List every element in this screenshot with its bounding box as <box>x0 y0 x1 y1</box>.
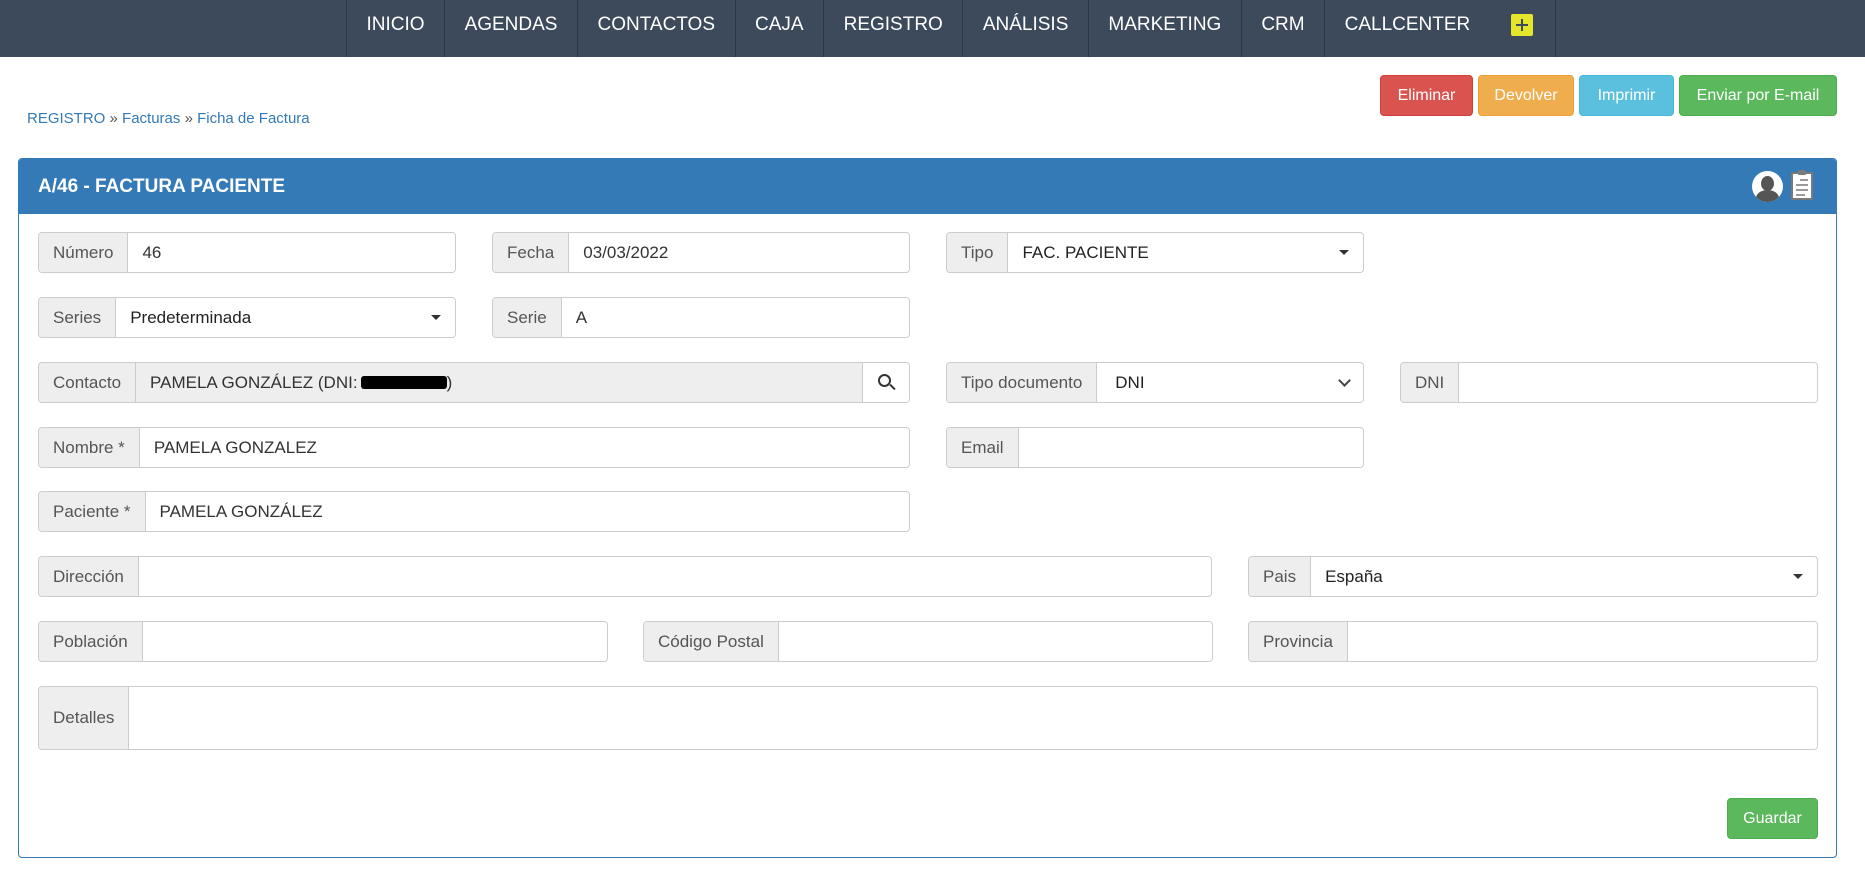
breadcrumb-ficha-factura[interactable]: Ficha de Factura <box>197 110 310 127</box>
nav-item-add[interactable] <box>1490 0 1556 57</box>
tipo-group: Tipo FAC. PACIENTE <box>946 232 1364 273</box>
nav-item-callcenter[interactable]: CALLCENTER <box>1324 0 1490 57</box>
series-select[interactable]: Predeterminada <box>116 298 455 337</box>
send-email-button[interactable]: Enviar por E-mail <box>1679 75 1837 116</box>
paciente-label: Paciente * <box>39 492 146 531</box>
redacted-dni <box>360 376 447 389</box>
save-button[interactable]: Guardar <box>1727 798 1818 839</box>
pais-label: Pais <box>1249 557 1312 596</box>
user-avatar-icon[interactable] <box>1752 171 1783 202</box>
clipboard-icon[interactable] <box>1791 170 1813 200</box>
contacto-name: PAMELA GONZÁLEZ (DNI: <box>150 372 358 392</box>
breadcrumb: REGISTRO » Facturas » Ficha de Factura <box>27 110 310 127</box>
fecha-group: Fecha <box>492 232 910 273</box>
numero-label: Número <box>39 233 129 272</box>
direccion-label: Dirección <box>39 557 139 596</box>
email-group: Email <box>946 427 1364 468</box>
tipo-documento-value: DNI <box>1115 372 1145 392</box>
contact-search-button[interactable] <box>862 363 909 402</box>
codigo-postal-label: Código Postal <box>644 622 779 661</box>
dni-group: DNI <box>1400 362 1818 403</box>
provincia-label: Provincia <box>1249 622 1348 661</box>
tipo-documento-group: Tipo documento DNI <box>946 362 1364 403</box>
nav-item-agendas[interactable]: AGENDAS <box>444 0 577 57</box>
poblacion-label: Población <box>39 622 143 661</box>
nav-item-crm[interactable]: CRM <box>1240 0 1324 57</box>
pais-group: Pais España <box>1248 556 1818 597</box>
contacto-close-paren: ) <box>446 372 453 392</box>
caret-down-icon <box>431 315 441 320</box>
panel-heading: A/46 - FACTURA PACIENTE <box>19 159 1836 214</box>
nombre-group: Nombre * <box>38 427 910 468</box>
contacto-group: Contacto PAMELA GONZÁLEZ (DNI: ) <box>38 362 910 403</box>
contacto-label: Contacto <box>39 363 137 402</box>
dni-input[interactable] <box>1459 363 1817 402</box>
breadcrumb-separator: » <box>109 110 118 127</box>
email-input[interactable] <box>1018 428 1363 467</box>
print-button[interactable]: Imprimir <box>1579 75 1674 116</box>
serie-group: Serie <box>492 297 910 338</box>
tipo-select-value: FAC. PACIENTE <box>1022 242 1149 262</box>
series-select-value: Predeterminada <box>130 307 252 327</box>
codigo-postal-input[interactable] <box>778 622 1212 661</box>
nombre-label: Nombre * <box>39 428 140 467</box>
nombre-input[interactable] <box>139 428 909 467</box>
nav-item-marketing[interactable]: MARKETING <box>1087 0 1241 57</box>
breadcrumb-separator: » <box>184 110 193 127</box>
caret-down-icon <box>1339 250 1349 255</box>
dni-label: DNI <box>1401 363 1460 402</box>
serie-label: Serie <box>493 298 562 337</box>
caret-down-icon <box>1793 574 1803 579</box>
tipo-select[interactable]: FAC. PACIENTE <box>1008 233 1363 272</box>
paciente-input[interactable] <box>145 492 909 531</box>
fecha-input[interactable] <box>569 233 909 272</box>
delete-button[interactable]: Eliminar <box>1380 75 1473 116</box>
nav-menu: INICIO AGENDAS CONTACTOS CAJA REGISTRO A… <box>346 0 1556 57</box>
direccion-group: Dirección <box>38 556 1212 597</box>
tipo-label: Tipo <box>947 233 1009 272</box>
detalles-group: Detalles <box>38 686 1818 750</box>
invoice-panel: A/46 - FACTURA PACIENTE Número Fecha Tip… <box>18 158 1837 858</box>
nav-item-registro[interactable]: REGISTRO <box>823 0 962 57</box>
series-label: Series <box>39 298 117 337</box>
serie-input[interactable] <box>561 298 909 337</box>
provincia-input[interactable] <box>1347 622 1817 661</box>
contacto-field[interactable]: PAMELA GONZÁLEZ (DNI: ) <box>136 363 862 402</box>
breadcrumb-registro[interactable]: REGISTRO <box>27 110 105 127</box>
codigo-postal-group: Código Postal <box>643 621 1213 662</box>
numero-input[interactable] <box>128 233 455 272</box>
pais-select-value: España <box>1325 566 1383 586</box>
pais-select[interactable]: España <box>1311 557 1817 596</box>
top-navbar: INICIO AGENDAS CONTACTOS CAJA REGISTRO A… <box>0 0 1865 57</box>
tipo-documento-label: Tipo documento <box>947 363 1098 402</box>
direccion-input[interactable] <box>138 557 1211 596</box>
poblacion-group: Población <box>38 621 608 662</box>
poblacion-input[interactable] <box>142 622 607 661</box>
fecha-label: Fecha <box>493 233 570 272</box>
plus-icon[interactable] <box>1510 14 1533 36</box>
numero-group: Número <box>38 232 456 273</box>
panel-title: A/46 - FACTURA PACIENTE <box>38 176 286 197</box>
tipo-documento-select[interactable]: DNI <box>1097 363 1363 402</box>
nav-item-contactos[interactable]: CONTACTOS <box>576 0 735 57</box>
detalles-label: Detalles <box>39 687 130 749</box>
chevron-down-icon <box>1338 373 1351 387</box>
nav-item-caja[interactable]: CAJA <box>734 0 824 57</box>
email-label: Email <box>947 428 1019 467</box>
nav-item-inicio[interactable]: INICIO <box>346 0 444 57</box>
detalles-textarea[interactable] <box>129 687 1817 749</box>
paciente-group: Paciente * <box>38 491 910 532</box>
provincia-group: Provincia <box>1248 621 1818 662</box>
series-group: Series Predeterminada <box>38 297 456 338</box>
nav-item-analisis[interactable]: ANÁLISIS <box>962 0 1088 57</box>
breadcrumb-facturas[interactable]: Facturas <box>122 110 180 127</box>
return-button[interactable]: Devolver <box>1478 75 1574 116</box>
